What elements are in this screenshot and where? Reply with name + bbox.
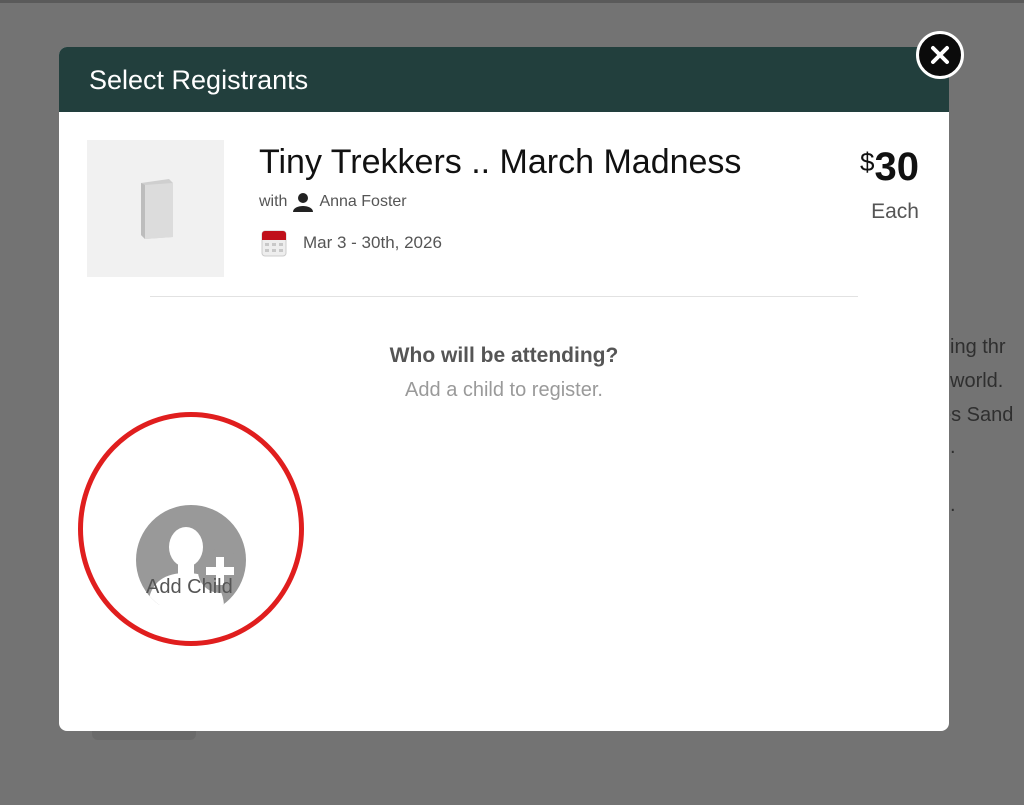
background-dot: . xyxy=(950,436,956,458)
modal-header: Select Registrants xyxy=(59,47,949,112)
attendance-hint: Add a child to register. xyxy=(405,379,603,401)
background-dot: . xyxy=(950,494,956,516)
book-icon xyxy=(140,178,173,239)
close-button[interactable] xyxy=(916,31,964,79)
close-icon xyxy=(931,46,949,64)
select-registrants-modal: Select Registrants Tiny Trekkers .. Marc… xyxy=(59,47,949,731)
price-amount: 30 xyxy=(874,145,920,189)
instructor-name: Anna Foster xyxy=(319,193,407,210)
event-dates: Mar 3 - 30th, 2026 xyxy=(303,233,442,252)
top-border xyxy=(0,0,1024,3)
attendance-question: Who will be attending? xyxy=(389,344,619,367)
event-title: Tiny Trekkers .. March Madness xyxy=(259,143,742,181)
calendar-icon xyxy=(261,230,287,257)
with-label: with xyxy=(259,193,288,210)
modal-title: Select Registrants xyxy=(89,65,309,95)
background-line: es Sand xyxy=(950,404,1014,426)
background-page-text: king thr l world. es Sand xyxy=(950,330,1024,432)
date-row: Mar 3 - 30th, 2026 xyxy=(261,229,442,257)
event-price: $30 xyxy=(860,145,919,190)
price-unit: Each xyxy=(871,200,919,223)
divider xyxy=(150,296,858,297)
event-thumbnail xyxy=(87,140,224,277)
background-line: l world. xyxy=(950,370,1004,392)
price-currency: $ xyxy=(860,147,875,177)
background-line: king thr xyxy=(950,336,1006,358)
add-child-label[interactable]: Add Child xyxy=(146,576,233,599)
person-icon xyxy=(293,193,314,212)
instructor-row: with Anna Foster xyxy=(259,192,407,212)
